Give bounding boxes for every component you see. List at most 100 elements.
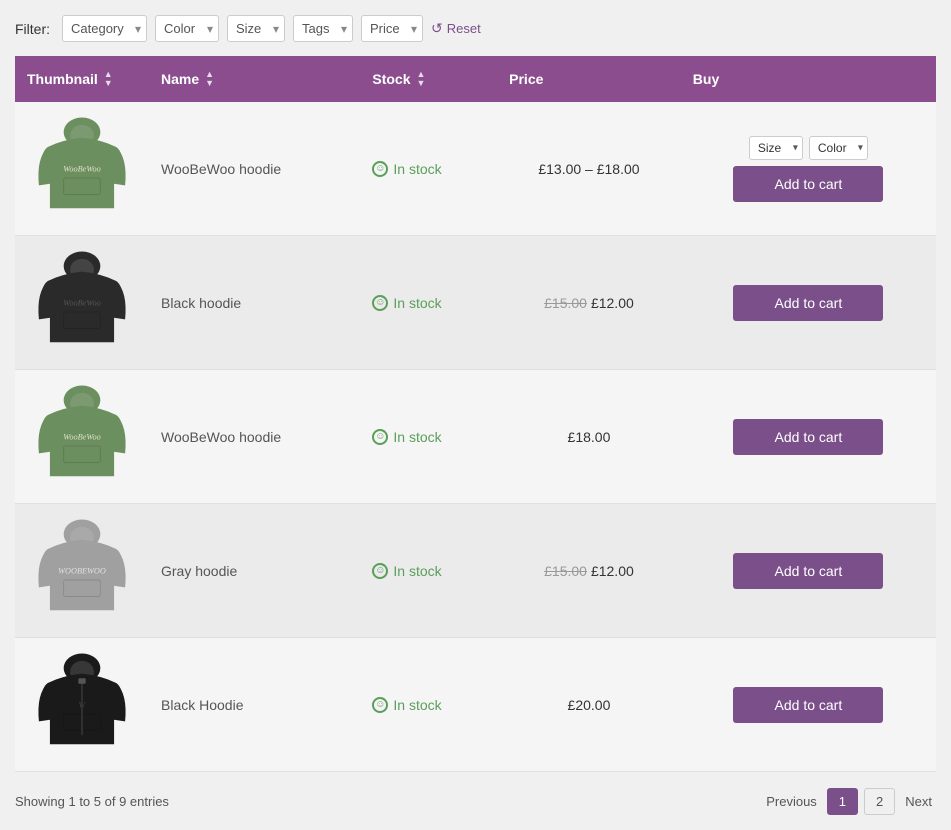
add-to-cart-button[interactable]: Add to cart xyxy=(733,166,883,202)
buy-inner: Add to cart xyxy=(693,419,924,455)
size-select[interactable]: Size xyxy=(749,136,803,160)
sort-icon-stock: ▲▼ xyxy=(417,70,426,88)
table-row: WOOBEWOO Gray hoodie ☺ In stock £15.00£1… xyxy=(15,504,936,638)
stock-label: In stock xyxy=(393,429,441,445)
size-select-wrapper: Size xyxy=(749,136,803,160)
th-price: Price xyxy=(497,56,681,102)
next-button[interactable]: Next xyxy=(901,789,936,814)
stock-label: In stock xyxy=(393,563,441,579)
buy-cell: Add to cart xyxy=(681,504,936,638)
filter-bar: Filter: Category Color Size Tags Price ↺… xyxy=(15,15,936,42)
thumbnail-cell: W xyxy=(15,638,149,772)
page-button-1[interactable]: 1 xyxy=(827,788,858,815)
th-name-label: Name xyxy=(161,71,199,87)
product-name: WooBeWoo hoodie xyxy=(149,102,360,236)
color-filter-wrapper: Color xyxy=(155,15,219,42)
in-stock-badge: ☺ In stock xyxy=(372,429,485,445)
size-filter-wrapper: Size xyxy=(227,15,285,42)
table-header-row: Thumbnail ▲▼ Name ▲▼ Stock ▲▼ Price xyxy=(15,56,936,102)
price-cell: £20.00 xyxy=(497,638,681,772)
price-filter[interactable]: Price xyxy=(361,15,423,42)
table-row: WooBeWoo Black hoodie ☺ In stock £15.00£… xyxy=(15,236,936,370)
in-stock-icon: ☺ xyxy=(372,697,388,713)
sale-price: £12.00 xyxy=(591,295,634,311)
th-thumbnail[interactable]: Thumbnail ▲▼ xyxy=(15,56,149,102)
svg-text:WOOBEWOO: WOOBEWOO xyxy=(58,567,106,576)
sort-icon-name: ▲▼ xyxy=(205,70,214,88)
add-to-cart-button[interactable]: Add to cart xyxy=(733,687,883,723)
page-button-2[interactable]: 2 xyxy=(864,788,895,815)
buy-cell: Add to cart xyxy=(681,370,936,504)
product-name: Black Hoodie xyxy=(149,638,360,772)
in-stock-icon: ☺ xyxy=(372,295,388,311)
price: £13.00 – £18.00 xyxy=(538,161,639,177)
product-name: Black hoodie xyxy=(149,236,360,370)
sort-icon-thumbnail: ▲▼ xyxy=(104,70,113,88)
tags-filter[interactable]: Tags xyxy=(293,15,353,42)
in-stock-badge: ☺ In stock xyxy=(372,295,485,311)
in-stock-icon: ☺ xyxy=(372,161,388,177)
buy-inner: Add to cart xyxy=(693,687,924,723)
add-to-cart-button[interactable]: Add to cart xyxy=(733,419,883,455)
buy-inner: Add to cart xyxy=(693,285,924,321)
product-name: Gray hoodie xyxy=(149,504,360,638)
buy-inner: Add to cart xyxy=(693,553,924,589)
variant-selects: Size Color xyxy=(749,136,868,160)
th-thumbnail-label: Thumbnail xyxy=(27,71,98,87)
price: £18.00 xyxy=(568,429,611,445)
color-select-wrapper: Color xyxy=(809,136,868,160)
price-cell: £13.00 – £18.00 xyxy=(497,102,681,236)
svg-text:WooBeWoo: WooBeWoo xyxy=(63,299,100,308)
buy-cell: Size Color Add to cart xyxy=(681,102,936,236)
thumbnail-cell: WooBeWoo xyxy=(15,236,149,370)
pagination-controls: Previous 1 2 Next xyxy=(762,788,936,815)
filter-label: Filter: xyxy=(15,21,50,37)
thumbnail-cell: WooBeWoo xyxy=(15,370,149,504)
price-filter-wrapper: Price xyxy=(361,15,423,42)
sale-price: £12.00 xyxy=(591,563,634,579)
buy-inner: Size Color Add to cart xyxy=(693,136,924,202)
tags-filter-wrapper: Tags xyxy=(293,15,353,42)
table-row: W Black Hoodie ☺ In stock £20.00 Add to c… xyxy=(15,638,936,772)
previous-button[interactable]: Previous xyxy=(762,789,821,814)
add-to-cart-button[interactable]: Add to cart xyxy=(733,553,883,589)
svg-text:WooBeWoo: WooBeWoo xyxy=(63,165,100,174)
pagination-bar: Showing 1 to 5 of 9 entries Previous 1 2… xyxy=(15,788,936,815)
table-row: WooBeWoo WooBeWoo hoodie ☺ In stock £13.… xyxy=(15,102,936,236)
size-filter[interactable]: Size xyxy=(227,15,285,42)
price-cell: £15.00£12.00 xyxy=(497,504,681,638)
category-filter[interactable]: Category xyxy=(62,15,147,42)
svg-text:WooBeWoo: WooBeWoo xyxy=(63,433,100,442)
th-buy-label: Buy xyxy=(693,71,719,87)
reset-label: Reset xyxy=(447,21,481,36)
reset-icon: ↺ xyxy=(431,20,443,37)
price-cell: £18.00 xyxy=(497,370,681,504)
th-stock[interactable]: Stock ▲▼ xyxy=(360,56,497,102)
stock-cell: ☺ In stock xyxy=(360,236,497,370)
original-price: £15.00 xyxy=(544,295,587,311)
category-filter-wrapper: Category xyxy=(62,15,147,42)
stock-cell: ☺ In stock xyxy=(360,638,497,772)
add-to-cart-button[interactable]: Add to cart xyxy=(733,285,883,321)
reset-button[interactable]: ↺ Reset xyxy=(431,20,481,37)
th-stock-label: Stock xyxy=(372,71,410,87)
th-price-label: Price xyxy=(509,71,543,87)
stock-cell: ☺ In stock xyxy=(360,370,497,504)
th-buy: Buy xyxy=(681,56,936,102)
stock-label: In stock xyxy=(393,295,441,311)
color-select[interactable]: Color xyxy=(809,136,868,160)
product-name: WooBeWoo hoodie xyxy=(149,370,360,504)
price-cell: £15.00£12.00 xyxy=(497,236,681,370)
buy-cell: Add to cart xyxy=(681,638,936,772)
in-stock-badge: ☺ In stock xyxy=(372,161,485,177)
in-stock-badge: ☺ In stock xyxy=(372,563,485,579)
th-name[interactable]: Name ▲▼ xyxy=(149,56,360,102)
in-stock-icon: ☺ xyxy=(372,429,388,445)
original-price: £15.00 xyxy=(544,563,587,579)
stock-cell: ☺ In stock xyxy=(360,504,497,638)
color-filter[interactable]: Color xyxy=(155,15,219,42)
pagination-summary: Showing 1 to 5 of 9 entries xyxy=(15,794,169,809)
stock-label: In stock xyxy=(393,697,441,713)
in-stock-badge: ☺ In stock xyxy=(372,697,485,713)
product-table: Thumbnail ▲▼ Name ▲▼ Stock ▲▼ Price xyxy=(15,56,936,772)
